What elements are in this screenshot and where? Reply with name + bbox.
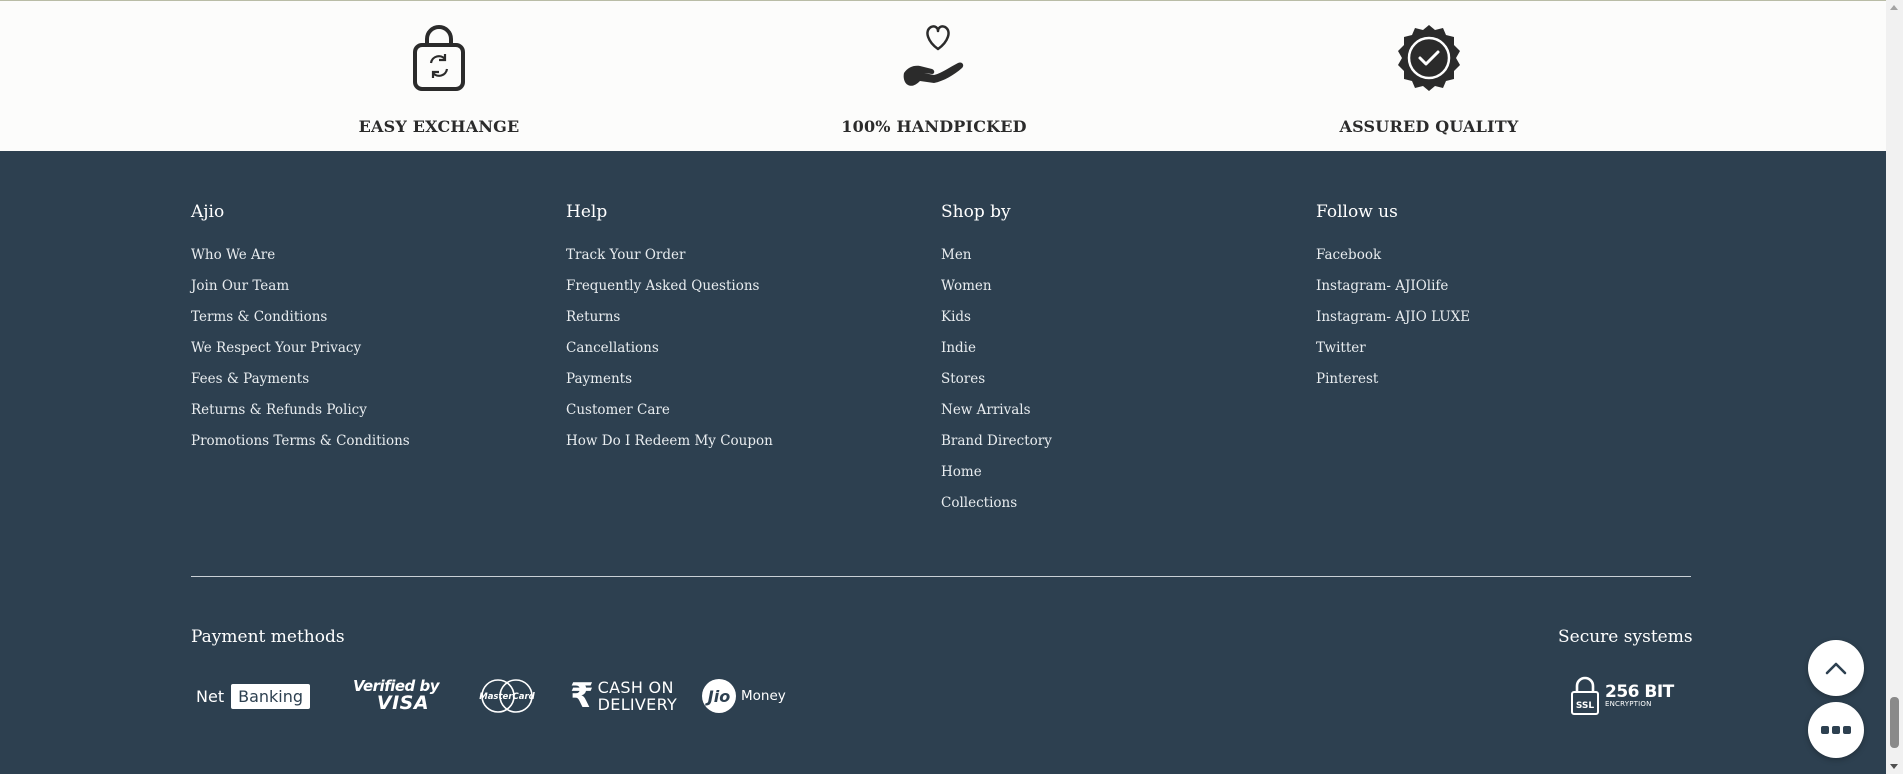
scroll-to-top-button[interactable] bbox=[1808, 640, 1864, 696]
footer-link-collections[interactable]: Collections bbox=[941, 495, 1017, 511]
visa-line2: VISA bbox=[376, 692, 430, 714]
column-title: Ajio bbox=[191, 202, 225, 222]
verified-by-visa-logo: Verified by VISA bbox=[351, 676, 441, 716]
footer-link-kids[interactable]: Kids bbox=[941, 309, 971, 325]
feature-handpicked: 100% HANDPICKED bbox=[804, 1, 1064, 136]
column-title: Help bbox=[566, 202, 608, 222]
jio-money-logo: Jio Money bbox=[702, 676, 792, 716]
footer-link-customer-care[interactable]: Customer Care bbox=[566, 402, 670, 418]
jio-money-text: Money bbox=[741, 688, 786, 704]
net-banking-banking-text: Banking bbox=[231, 683, 311, 709]
footer-link-instagram-ajio-luxe[interactable]: Instagram- AJIO LUXE bbox=[1316, 309, 1470, 325]
chevron-up-icon bbox=[1825, 662, 1847, 675]
column-title: Follow us bbox=[1316, 202, 1398, 222]
cod-line1: CASH ON bbox=[597, 678, 674, 697]
ssl-encryption-text: ENCRYPTION bbox=[1605, 700, 1652, 708]
hand-heart-icon bbox=[903, 25, 964, 86]
footer-link-promotions-terms[interactable]: Promotions Terms & Conditions bbox=[191, 433, 410, 449]
secure-systems-title: Secure systems bbox=[1558, 627, 1693, 647]
net-banking-net-text: Net bbox=[196, 686, 225, 706]
features-band: EASY EXCHANGE 100% HANDPICKED ASSURED QU… bbox=[0, 0, 1886, 151]
footer-link-men[interactable]: Men bbox=[941, 247, 972, 263]
footer-link-terms-conditions[interactable]: Terms & Conditions bbox=[191, 309, 327, 325]
footer-column-follow-us: Follow us Facebook Instagram- AJIOlife I… bbox=[1316, 200, 1470, 399]
ssl-text: SSL bbox=[1576, 701, 1595, 711]
rupee-icon: ₹ bbox=[570, 676, 594, 716]
more-options-button[interactable] bbox=[1808, 702, 1864, 758]
scroll-down-arrow-icon[interactable] bbox=[1890, 764, 1898, 769]
payment-methods-title: Payment methods bbox=[191, 627, 345, 647]
footer-link-facebook[interactable]: Facebook bbox=[1316, 247, 1381, 263]
footer-link-stores[interactable]: Stores bbox=[941, 371, 985, 387]
ellipsis-icon bbox=[1821, 726, 1851, 734]
footer-link-join-our-team[interactable]: Join Our Team bbox=[191, 278, 289, 294]
footer-link-brand-directory[interactable]: Brand Directory bbox=[941, 433, 1052, 449]
page-scrollbar[interactable] bbox=[1886, 0, 1903, 774]
footer-link-pinterest[interactable]: Pinterest bbox=[1316, 371, 1378, 387]
footer-link-faq[interactable]: Frequently Asked Questions bbox=[566, 278, 759, 294]
footer-link-returns[interactable]: Returns bbox=[566, 309, 620, 325]
shopping-bag-exchange-icon bbox=[413, 25, 465, 91]
lock-icon: SSL bbox=[1571, 676, 1599, 715]
footer-divider bbox=[191, 576, 1691, 577]
feature-easy-exchange: EASY EXCHANGE bbox=[309, 1, 569, 136]
mastercard-text: MasterCard bbox=[479, 692, 535, 702]
jio-badge: Jio bbox=[702, 679, 736, 713]
footer-column-shop-by: Shop by Men Women Kids Indie Stores New … bbox=[941, 200, 1052, 523]
footer-column-ajio: Ajio Who We Are Join Our Team Terms & Co… bbox=[191, 200, 410, 461]
footer-link-payments[interactable]: Payments bbox=[566, 371, 632, 387]
footer-link-redeem-coupon[interactable]: How Do I Redeem My Coupon bbox=[566, 433, 773, 449]
footer-link-fees-payments[interactable]: Fees & Payments bbox=[191, 371, 309, 387]
footer-link-indie[interactable]: Indie bbox=[941, 340, 976, 356]
feature-label: ASSURED QUALITY bbox=[1339, 117, 1519, 136]
ssl-bits-text: 256 BIT bbox=[1605, 682, 1674, 702]
footer-link-women[interactable]: Women bbox=[941, 278, 992, 294]
footer-link-new-arrivals[interactable]: New Arrivals bbox=[941, 402, 1031, 418]
scrollbar-thumb[interactable] bbox=[1890, 697, 1899, 748]
footer-link-returns-refunds[interactable]: Returns & Refunds Policy bbox=[191, 402, 367, 418]
footer-link-home[interactable]: Home bbox=[941, 464, 982, 480]
quality-badge-check-icon bbox=[1398, 25, 1460, 91]
cash-on-delivery-logo: ₹ CASH ON DELIVERY bbox=[570, 676, 680, 716]
footer-link-privacy[interactable]: We Respect Your Privacy bbox=[191, 340, 361, 356]
footer-link-twitter[interactable]: Twitter bbox=[1316, 340, 1366, 356]
footer-link-track-order[interactable]: Track Your Order bbox=[566, 247, 685, 263]
net-banking-logo: Net Banking bbox=[191, 676, 313, 716]
mastercard-logo: MasterCard bbox=[477, 676, 541, 716]
cod-line2: DELIVERY bbox=[597, 695, 678, 714]
footer-link-cancellations[interactable]: Cancellations bbox=[566, 340, 659, 356]
ssl-256bit-logo: SSL 256 BIT ENCRYPTION bbox=[1570, 676, 1674, 716]
footer-link-instagram-ajiolife[interactable]: Instagram- AJIOlife bbox=[1316, 278, 1448, 294]
feature-label: 100% HANDPICKED bbox=[841, 117, 1027, 136]
feature-assured-quality: ASSURED QUALITY bbox=[1299, 1, 1559, 136]
feature-label: EASY EXCHANGE bbox=[358, 117, 520, 136]
scroll-up-arrow-icon[interactable] bbox=[1890, 5, 1898, 10]
footer-column-help: Help Track Your Order Frequently Asked Q… bbox=[566, 200, 773, 461]
column-title: Shop by bbox=[941, 202, 1011, 222]
footer-link-who-we-are[interactable]: Who We Are bbox=[191, 247, 275, 263]
